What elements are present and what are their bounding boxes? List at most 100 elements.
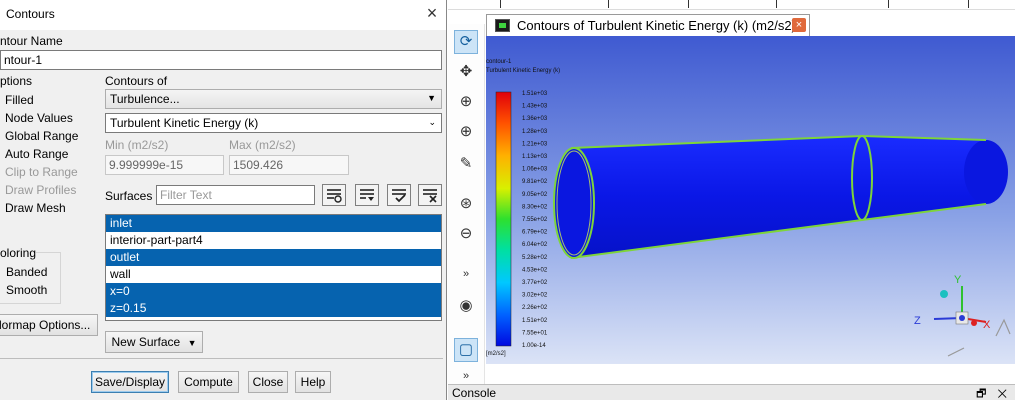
colorbar-tick-label: 6.79e+02 — [522, 230, 548, 236]
colorbar-unit: [m2/s2] — [486, 351, 506, 357]
header-line-2: Turbulent Kinetic Energy (k) — [486, 68, 560, 74]
surfaces-label: Surfaces — [105, 189, 153, 203]
graphics-viewport[interactable]: contour-1 Turbulent Kinetic Energy (k) 1… — [486, 36, 1015, 364]
pipe-outlet-face — [964, 140, 1008, 204]
colorbar-tick-label: 5.28e+02 — [522, 255, 548, 261]
contours-category-value: Turbulence... — [110, 92, 180, 106]
contours-of-label: Contours of — [105, 74, 168, 88]
colorbar-tick-label: 3.02e+02 — [522, 293, 548, 299]
contours-variable-select[interactable]: Turbulent Kinetic Energy (k) ⌄ — [105, 113, 442, 133]
colorbar-tick-label: 8.30e+02 — [522, 204, 548, 210]
layout-icon[interactable]: ▢ — [454, 338, 478, 362]
graphics-toolbar: ⟳ ✥ ⊕ ⊕ ✎ ⊛ ⊖ » ◉ ▢ » — [448, 24, 485, 384]
min-label: Min (m2/s2) — [105, 138, 169, 152]
new-surface-label: New Surface — [111, 335, 181, 349]
save-display-button[interactable]: Save/Display — [91, 371, 169, 393]
surface-item-outlet[interactable]: outlet — [106, 249, 441, 266]
coloring-label: oloring — [0, 246, 37, 260]
min-value-field: 9.999999e-15 — [105, 155, 224, 175]
colorbar-tick-label: 1.21e+03 — [522, 141, 548, 147]
zoom-box-icon[interactable]: ⊕ — [454, 120, 478, 144]
contour-name-input[interactable]: ntour-1 — [0, 50, 442, 70]
colorbar-tick-label: 7.55e+01 — [522, 330, 548, 336]
surface-list[interactable]: inlet interior-part-part4 outlet wall x=… — [105, 214, 442, 321]
max-value-field: 1509.426 — [229, 155, 349, 175]
colorbar-tick-label: 1.28e+03 — [522, 129, 548, 135]
colormap-options-button[interactable]: lormap Options... — [0, 314, 98, 336]
option-filled[interactable]: Filled — [5, 93, 34, 107]
console-bar: Console 🗗 ✕ — [448, 384, 1015, 400]
axis-triad: Y Z X — [914, 274, 991, 331]
surface-item-x0[interactable]: x=0 — [106, 283, 441, 300]
list-filter-icon[interactable] — [355, 184, 379, 206]
graphics-workspace: ⟳ ✥ ⊕ ⊕ ✎ ⊛ ⊖ » ◉ ▢ » Contours of Turbul… — [448, 0, 1015, 400]
graphics-window-icon — [495, 19, 510, 32]
option-global-range[interactable]: Global Range — [5, 129, 78, 143]
colorbar — [495, 91, 512, 347]
probe-icon[interactable]: ✎ — [454, 152, 478, 176]
dropdown-arrow-icon: ▼ — [427, 93, 436, 103]
surface-item-interior[interactable]: interior-part-part4 — [106, 232, 441, 249]
max-label: Max (m2/s2) — [229, 138, 296, 152]
surface-item-inlet[interactable]: inlet — [106, 215, 441, 232]
tab-title: Contours of Turbulent Kinetic Energy (k)… — [517, 18, 796, 33]
select-checked-icon[interactable] — [387, 184, 411, 206]
view-icon[interactable]: ◉ — [454, 294, 478, 318]
deselect-all-icon[interactable] — [418, 184, 442, 206]
option-node-values[interactable]: Node Values — [5, 111, 73, 125]
zoom-in-icon[interactable]: ⊕ — [454, 90, 478, 114]
console-window-icons[interactable]: 🗗 ✕ — [976, 385, 1011, 404]
surface-item-wall[interactable]: wall — [106, 266, 441, 283]
coloring-smooth[interactable]: Smooth — [6, 283, 47, 297]
more-icon[interactable]: » — [454, 262, 478, 286]
header-line-1: contour-1 — [486, 59, 512, 65]
console-label[interactable]: Console — [452, 386, 496, 400]
colorbar-tick-label: 1.13e+03 — [522, 154, 548, 160]
close-button[interactable]: Close — [248, 371, 288, 393]
option-draw-profiles[interactable]: Draw Profiles — [5, 183, 76, 197]
zoom-out-icon[interactable]: ⊖ — [454, 222, 478, 246]
coloring-banded[interactable]: Banded — [6, 265, 47, 279]
surface-filter-input[interactable]: Filter Text — [156, 185, 315, 205]
surface-item-z015[interactable]: z=0.15 — [106, 300, 441, 317]
colorbar-tick-label: 6.04e+02 — [522, 242, 548, 248]
contours-variable-value: Turbulent Kinetic Energy (k) — [110, 116, 259, 130]
rotate-icon[interactable]: ⟳ — [454, 30, 478, 54]
top-strip — [448, 0, 1015, 10]
zoom-fit-icon[interactable]: ⊛ — [454, 192, 478, 216]
colorbar-tick-label: 9.05e+02 — [522, 192, 548, 198]
pan-icon[interactable]: ✥ — [454, 60, 478, 84]
pipe-inlet-face — [553, 147, 595, 259]
compute-button[interactable]: Compute — [178, 371, 239, 393]
new-surface-button[interactable]: New Surface ▼ — [105, 331, 203, 353]
options-label: ptions — [0, 74, 33, 88]
close-icon[interactable]: × — [422, 3, 442, 25]
select-all-icon[interactable] — [322, 184, 346, 206]
colorbar-tick-label: 1.51e+03 — [522, 91, 548, 97]
option-auto-range[interactable]: Auto Range — [5, 147, 68, 161]
axis-x-label: X — [983, 319, 991, 331]
colorbar-tick-label: 3.77e+02 — [522, 280, 548, 286]
dropdown-arrow-icon: ▼ — [187, 338, 197, 348]
colorbar-labels: 1.51e+03 1.43e+03 1.36e+03 1.28e+03 1.21e+03… — [522, 91, 548, 349]
tab-contours[interactable]: Contours of Turbulent Kinetic Energy (k)… — [486, 14, 810, 36]
rotate-up-icon[interactable] — [995, 318, 1011, 337]
rotate-left-icon[interactable] — [947, 347, 965, 357]
option-clip-to-range[interactable]: Clip to Range — [5, 165, 78, 179]
colorbar-tick-label: 1.06e+03 — [522, 167, 548, 173]
contours-dialog: Contours × ntour Name ntour-1 ptions Fil… — [0, 0, 447, 400]
axis-z-label: Z — [914, 315, 921, 327]
colorbar-tick-label: 1.36e+03 — [522, 116, 548, 122]
close-icon[interactable]: × — [792, 18, 806, 32]
contours-category-select[interactable]: Turbulence... ▼ — [105, 89, 442, 109]
colorbar-tick-label: 4.53e+02 — [522, 267, 548, 273]
help-button[interactable]: Help — [295, 371, 331, 393]
graphics-tabbar: Contours of Turbulent Kinetic Energy (k)… — [486, 14, 1015, 36]
colorbar-tick-label: 1.43e+03 — [522, 104, 548, 110]
option-draw-mesh[interactable]: Draw Mesh — [5, 201, 66, 215]
axis-y-label: Y — [954, 274, 962, 286]
colorbar-tick-label: 7.55e+02 — [522, 217, 548, 223]
divider — [0, 358, 443, 359]
colorbar-tick-label: 1.00e-14 — [522, 343, 546, 349]
dialog-titlebar: Contours × — [0, 0, 446, 30]
